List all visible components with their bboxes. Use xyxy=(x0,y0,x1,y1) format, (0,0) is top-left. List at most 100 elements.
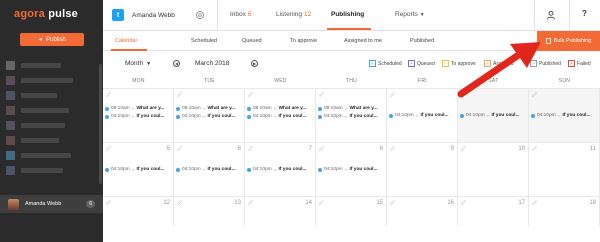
bulk-publishing-button[interactable]: Bulk Publishing xyxy=(537,31,600,51)
scheduled-post[interactable]: 09:10am ∞ What are y... xyxy=(247,105,313,112)
next-month-icon[interactable]: ▶ xyxy=(251,60,258,67)
tab-publishing[interactable]: Publishing xyxy=(331,11,364,18)
legend-label: Scheduled xyxy=(378,60,402,67)
tab-inbox[interactable]: Inbox 6 xyxy=(230,11,252,18)
calendar-day-cell[interactable]: 17 xyxy=(458,196,529,226)
scheduled-post[interactable]: 04:10pm ∞ If you coul... xyxy=(318,166,384,173)
pencil-icon[interactable] xyxy=(461,146,466,151)
scheduled-post[interactable]: 04:10pm ∞ If you coul... xyxy=(176,166,242,173)
calendar-day-cell[interactable]: 04:10pm ∞ If you coul... xyxy=(387,88,458,142)
calendar-day-cell[interactable]: 09:10am ∞ What are y... 04:10pm ∞ If you coul… xyxy=(103,88,174,142)
current-account-name[interactable]: Amanda Webb xyxy=(132,12,175,19)
legend-scheduled[interactable]: ✓ Scheduled xyxy=(369,60,402,67)
scheduled-post[interactable]: 04:10pm ∞ If you coul... xyxy=(247,166,313,173)
scheduled-post[interactable]: 04:10pm ∞ If you coul... xyxy=(460,112,526,119)
scheduled-post[interactable]: 09:10am ∞ What are y... xyxy=(318,105,384,112)
scheduled-post[interactable]: 04:10pm ∞ If you coul... xyxy=(531,112,597,119)
post-time: 04:10pm xyxy=(395,113,414,118)
account-item[interactable] xyxy=(0,165,103,176)
calendar-day-cell[interactable]: 10 xyxy=(458,142,529,196)
day-number: 17 xyxy=(518,200,525,206)
calendar-day-cell[interactable]: 09:10am ∞ What are y... 04:10pm ∞ If you coul… xyxy=(245,88,316,142)
sidebar-item-active-account[interactable]: Amanda Webb 6 xyxy=(0,195,103,213)
scheduled-post[interactable]: 04:10pm ∞ If you coul... xyxy=(389,112,455,119)
scheduled-post[interactable]: 04:10pm ∞ If you coul... xyxy=(176,113,242,120)
pencil-icon[interactable] xyxy=(106,146,111,151)
tab-listening[interactable]: Listening 12 xyxy=(276,11,311,18)
pencil-icon[interactable] xyxy=(177,92,182,97)
active-tab-indicator xyxy=(327,28,371,30)
top-navigation: t Amanda Webb Inbox 6 Listening 12 Publish… xyxy=(103,0,600,31)
calendar-day-cell[interactable]: 5 04:10pm ∞ If you coul... xyxy=(103,142,174,196)
calendar-day-cell[interactable]: 11 xyxy=(529,142,600,196)
account-item[interactable] xyxy=(0,120,103,131)
previous-month-icon[interactable]: ◀ xyxy=(173,60,180,67)
scheduled-post[interactable]: 09:10am ∞ What are y... xyxy=(105,105,171,112)
calendar-day-cell[interactable]: 16 xyxy=(387,196,458,226)
calendar-day-cell[interactable]: 13 xyxy=(174,196,245,226)
pencil-icon[interactable] xyxy=(177,146,182,151)
pencil-icon[interactable] xyxy=(461,200,466,205)
calendar-day-cell[interactable]: 15 xyxy=(316,196,387,226)
twitter-dot-icon xyxy=(389,113,393,118)
subtab-calendar[interactable]: Calendar xyxy=(115,38,137,44)
post-time: 09:10am xyxy=(324,106,343,111)
scheduled-post[interactable]: 09:10am ∞ What are y... xyxy=(176,105,242,112)
subtab-to-approve[interactable]: To approve xyxy=(290,38,317,44)
calendar-day-cell[interactable]: 9 xyxy=(387,142,458,196)
user-icon[interactable] xyxy=(546,10,556,20)
app-logo[interactable]: agora pulse xyxy=(14,8,78,20)
help-icon[interactable]: ? xyxy=(582,9,587,18)
pencil-icon[interactable] xyxy=(390,92,395,97)
calendar-day-cell[interactable]: 7 04:10pm ∞ If you coul... xyxy=(245,142,316,196)
account-item[interactable] xyxy=(0,135,103,146)
account-item[interactable] xyxy=(0,90,103,101)
calendar-day-cell[interactable]: 6 04:10pm ∞ If you coul... xyxy=(174,142,245,196)
calendar-day-cell[interactable]: 09:10am ∞ What are y... 04:10pm ∞ If you coul… xyxy=(174,88,245,142)
pencil-icon[interactable] xyxy=(319,146,324,151)
gear-icon[interactable] xyxy=(195,10,205,20)
pencil-icon[interactable] xyxy=(319,92,324,97)
tab-reports[interactable]: Reports ▼ xyxy=(395,11,425,18)
pencil-icon[interactable] xyxy=(390,146,395,151)
account-list xyxy=(0,60,103,180)
day-number: 5 xyxy=(166,146,170,152)
subtab-published[interactable]: Published xyxy=(410,38,434,44)
twitter-dot-icon xyxy=(318,114,322,119)
pencil-icon[interactable] xyxy=(390,200,395,205)
publish-button[interactable]: Publish xyxy=(20,33,84,46)
pencil-icon[interactable] xyxy=(532,200,537,205)
subtab-queued[interactable]: Queued xyxy=(242,38,262,44)
pencil-icon[interactable] xyxy=(106,92,111,97)
pencil-icon[interactable] xyxy=(177,200,182,205)
account-item[interactable] xyxy=(0,105,103,116)
pencil-icon[interactable] xyxy=(248,92,253,97)
subtab-scheduled[interactable]: Scheduled xyxy=(191,38,217,44)
pencil-icon[interactable] xyxy=(106,200,111,205)
calendar-day-cell[interactable]: 18 xyxy=(529,196,600,226)
calendar-day-cell[interactable]: 8 04:10pm ∞ If you coul... xyxy=(316,142,387,196)
calendar-day-cell[interactable]: 14 xyxy=(245,196,316,226)
calendar-weeks: 09:10am ∞ What are y... 04:10pm ∞ If you coul… xyxy=(103,88,600,226)
sidebar-scrollbar[interactable] xyxy=(99,64,102,184)
legend-failed[interactable]: ✓ Failed xyxy=(568,60,591,67)
pencil-icon[interactable] xyxy=(248,200,253,205)
pencil-icon[interactable] xyxy=(248,146,253,151)
pencil-icon[interactable] xyxy=(532,146,537,151)
scheduled-post[interactable]: 04:10pm ∞ If you coul... xyxy=(247,113,313,120)
account-item[interactable] xyxy=(0,60,103,71)
scheduled-post[interactable]: 04:10pm ∞ If you coul... xyxy=(318,113,384,120)
calendar-day-cell[interactable]: 09:10am ∞ What are y... 04:10pm ∞ If you coul… xyxy=(316,88,387,142)
scheduled-post[interactable]: 04:10pm ∞ If you coul... xyxy=(105,113,171,120)
current-month-label: March 2018 xyxy=(195,60,230,67)
weekday-label: WED xyxy=(274,78,287,84)
view-select[interactable]: Month ▼ xyxy=(125,60,151,67)
account-item[interactable] xyxy=(0,150,103,161)
logo-part1: agora xyxy=(14,8,45,20)
legend-queued[interactable]: ✓ Queued xyxy=(408,60,435,67)
account-item[interactable] xyxy=(0,75,103,86)
calendar-day-cell[interactable]: 12 xyxy=(103,196,174,226)
scheduled-post[interactable]: 04:10pm ∞ If you coul... xyxy=(105,166,171,173)
subtab-assigned-to-me[interactable]: Assigned to me xyxy=(344,38,382,44)
pencil-icon[interactable] xyxy=(319,200,324,205)
